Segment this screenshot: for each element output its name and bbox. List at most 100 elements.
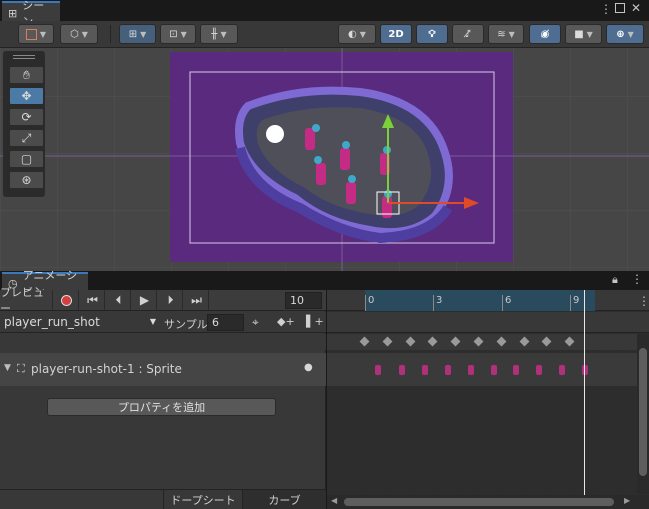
camera-icon: ■ xyxy=(574,28,584,40)
dopesheet-timeline[interactable]: 0 3 6 9 ⋮ ◀ ▶ xyxy=(327,290,649,509)
more-menu-icon[interactable]: ⋮ xyxy=(600,2,612,16)
draw-mode-dropdown[interactable]: ▼ xyxy=(18,24,54,44)
lock-icon[interactable]: 🔒︎ xyxy=(612,273,618,287)
gizmos-dropdown[interactable]: ⊕ ▼ xyxy=(606,24,644,44)
sprite-renderer-icon: ⛶ xyxy=(17,362,25,375)
sample-label: サンプル xyxy=(164,318,208,331)
snap-icon: ⊡ xyxy=(169,28,178,40)
audio-toggle[interactable]: ♪̸ xyxy=(452,24,484,44)
timeline-ruler[interactable]: 0 3 6 9 ⋮ xyxy=(327,290,649,311)
lighting-toggle[interactable]: 💡︎ xyxy=(416,24,448,44)
ruler-tick-6 xyxy=(502,295,503,311)
palette-grip[interactable] xyxy=(13,55,35,59)
ruler-tick-9 xyxy=(570,295,571,311)
rotate-tool[interactable]: ⟳ xyxy=(9,108,44,126)
chevron-down-icon: ▼ xyxy=(627,29,634,39)
scene-canvas xyxy=(0,48,649,271)
visibility-toggle[interactable]: ◉̸ xyxy=(529,24,561,44)
transform-icon: ⊛ xyxy=(21,173,32,187)
transform-tool[interactable]: ⊛ xyxy=(9,171,44,189)
tab-dopesheet-label: ドープシート xyxy=(170,494,236,507)
chevron-down-icon: ▼ xyxy=(220,29,227,39)
add-keyframe-icon[interactable]: ◆+ xyxy=(277,315,295,328)
chevron-down-icon: ▼ xyxy=(586,29,593,39)
scale-tool[interactable]: ⤢ xyxy=(9,129,44,147)
tab-curves[interactable]: カーブ xyxy=(242,490,326,509)
tick-3: 3 xyxy=(436,295,443,306)
grid-icon: ⊞ xyxy=(8,6,18,20)
playhead[interactable] xyxy=(584,290,585,495)
tab-dopesheet[interactable]: ドープシート xyxy=(163,490,242,509)
last-frame-button[interactable]: ⏭︎ xyxy=(185,290,209,310)
tab-curves-label: カーブ xyxy=(268,494,301,507)
ruler-icon: ╫ xyxy=(211,28,218,40)
property-label: player-run-shot-1 : Sprite xyxy=(31,362,182,376)
first-frame-button[interactable]: ⏮︎ xyxy=(81,290,105,310)
collapse-arrow-icon[interactable]: ▼ xyxy=(4,363,11,373)
grid-snap-toggle[interactable]: ⊞ ▼ xyxy=(119,24,156,44)
play-button[interactable]: ▶ xyxy=(133,290,157,310)
hand-icon: ✋︎ xyxy=(23,67,30,82)
sample-input[interactable]: 6 xyxy=(207,314,244,331)
add-event-icon[interactable]: ▌+ xyxy=(306,315,324,328)
frame-input[interactable]: 10 xyxy=(285,292,322,309)
tab-scene[interactable]: ⊞ シーン xyxy=(2,0,60,28)
scroll-right-icon[interactable]: ▶ xyxy=(624,496,630,505)
horizontal-scrollbar[interactable]: ◀ ▶ xyxy=(327,495,649,509)
add-property-label: プロパティを追加 xyxy=(117,401,206,414)
chevron-down-icon: ▼ xyxy=(149,317,156,326)
keyframe-dot-icon[interactable]: ● xyxy=(304,362,313,373)
close-icon[interactable]: ✕ xyxy=(631,1,641,15)
effects-dropdown[interactable]: ≋ ▼ xyxy=(488,24,524,44)
scale-icon: ⤢ xyxy=(21,130,32,145)
scroll-left-icon[interactable]: ◀ xyxy=(331,496,337,505)
tool-palette: ✋︎ ✥ ⟳ ⤢ ▢ ⊛ xyxy=(3,51,45,197)
eye-slash-icon: ◉̸ xyxy=(540,28,550,40)
more-menu-icon[interactable]: ⋮ xyxy=(631,272,643,286)
grid-snap-icon: ⊞ xyxy=(128,28,138,40)
clip-dropdown[interactable]: player_run_shot ▼ xyxy=(0,313,160,332)
prev-frame-button[interactable]: ⏴︎ xyxy=(107,290,131,310)
2d-mode-label: 2D xyxy=(388,28,404,40)
globe-icon: ⊕ xyxy=(616,28,625,40)
layers-icon: ≋ xyxy=(497,28,506,40)
event-row[interactable] xyxy=(327,312,649,333)
chevron-down-icon: ▼ xyxy=(508,29,515,39)
property-row[interactable]: ▼ ⛶ player-run-shot-1 : Sprite ● xyxy=(0,353,326,386)
move-icon: ✥ xyxy=(21,89,32,103)
play-icon: ▶ xyxy=(139,293,150,307)
maximize-icon[interactable] xyxy=(615,3,625,13)
tick-9: 9 xyxy=(573,295,580,306)
hand-tool[interactable]: ✋︎ xyxy=(9,66,44,84)
next-frame-button[interactable]: ⏵︎ xyxy=(159,290,183,310)
more-menu-icon[interactable]: ⋮ xyxy=(638,294,649,308)
scene-viewport[interactable]: ✋︎ ✥ ⟳ ⤢ ▢ ⊛ xyxy=(0,48,649,271)
camera-dropdown[interactable]: ■ ▼ xyxy=(565,24,602,44)
playback-toolbar: プレビュー ⏮︎ ⏴︎ ▶ ⏵︎ ⏭︎ 10 xyxy=(0,286,326,315)
clip-name: player_run_shot xyxy=(4,315,100,329)
rotate-icon: ⟳ xyxy=(21,110,32,124)
vertical-scrollbar[interactable] xyxy=(637,334,649,494)
chevron-down-icon: ▼ xyxy=(81,29,88,39)
step-forward-icon: ⏵︎ xyxy=(167,292,174,307)
chevron-down-icon: ▼ xyxy=(180,29,187,39)
chevron-down-icon: ▼ xyxy=(39,29,47,39)
add-property-button[interactable]: プロパティを追加 xyxy=(47,398,276,416)
ruler-toggle[interactable]: ╫ ▼ xyxy=(200,24,238,44)
2d-mode-button[interactable]: 2D xyxy=(380,24,412,44)
clip-range-highlight xyxy=(365,290,595,311)
toolbar-separator xyxy=(110,25,111,43)
record-button[interactable] xyxy=(55,290,79,310)
scrollbar-h-thumb[interactable] xyxy=(344,498,614,506)
chevron-down-icon: ▼ xyxy=(359,29,366,39)
chevron-down-icon: ▼ xyxy=(140,29,147,39)
incremental-snap-toggle[interactable]: ⊡ ▼ xyxy=(160,24,196,44)
move-tool[interactable]: ✥ xyxy=(9,87,44,105)
preview-button[interactable]: プレビュー xyxy=(0,286,53,315)
keyframe-target-icon[interactable]: ⌖ xyxy=(252,315,259,330)
scrollbar-thumb[interactable] xyxy=(639,348,647,476)
render-mode-dropdown[interactable]: ⬡ ▼ xyxy=(60,24,98,44)
shading-dropdown[interactable]: ◐ ▼ xyxy=(338,24,376,44)
rect-icon: ▢ xyxy=(20,152,33,166)
rect-tool[interactable]: ▢ xyxy=(9,150,44,168)
